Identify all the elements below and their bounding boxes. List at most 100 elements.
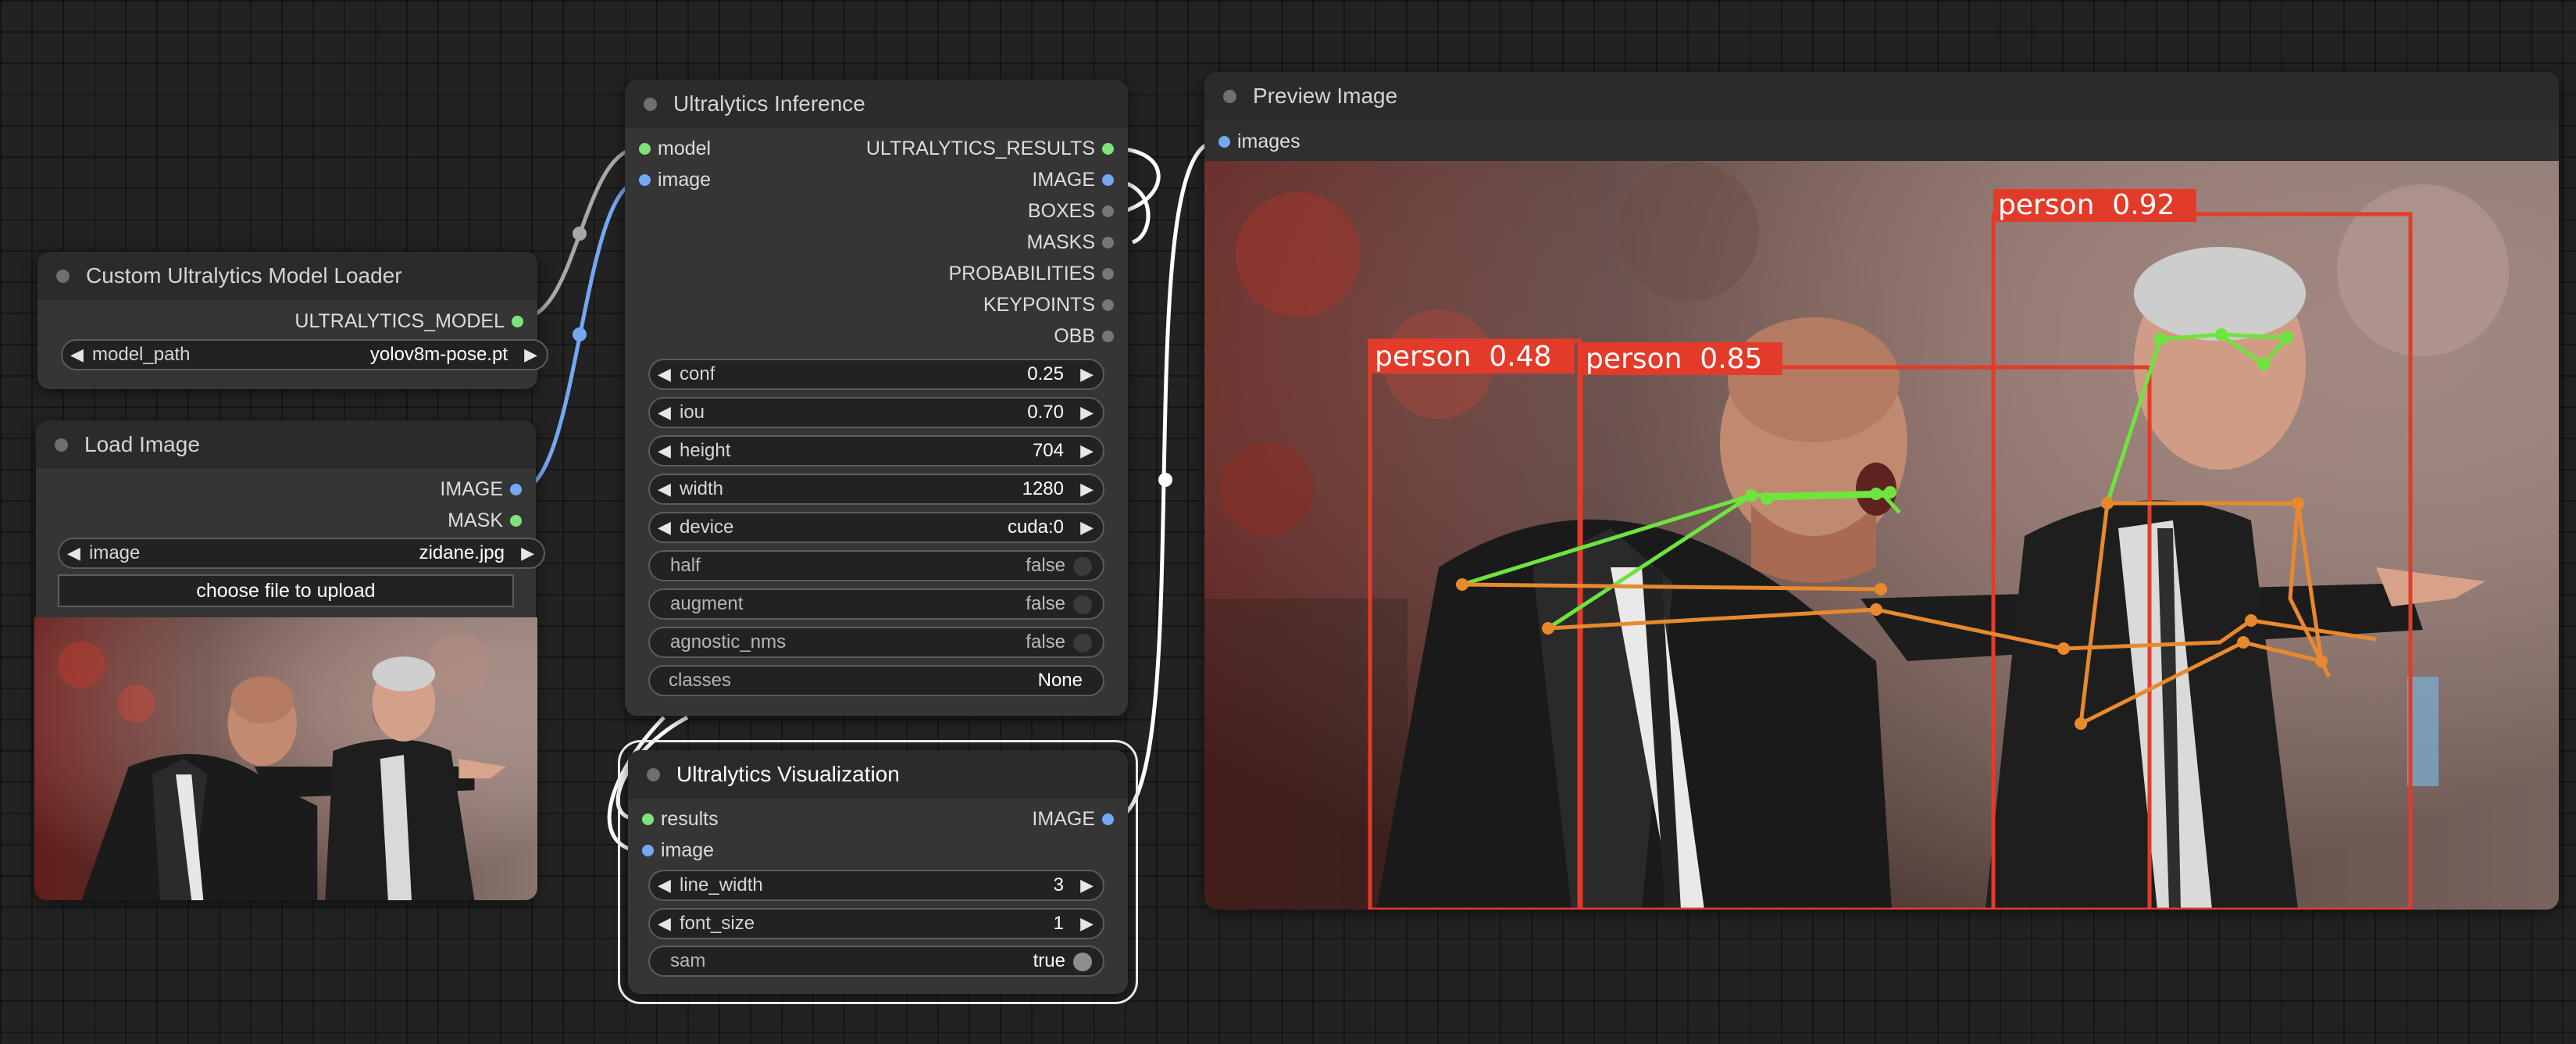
status-dot-icon xyxy=(56,270,70,283)
output-keypoints[interactable]: KEYPOINTS xyxy=(983,293,1114,316)
input-slot[interactable] xyxy=(642,845,654,856)
input-slot[interactable] xyxy=(642,813,654,825)
arrow-left-icon[interactable]: ◀ xyxy=(658,399,671,427)
widget-value: 1 xyxy=(1053,913,1064,934)
widget-value: false xyxy=(1026,631,1065,652)
arrow-left-icon[interactable]: ◀ xyxy=(658,475,671,503)
arrow-right-icon[interactable]: ▶ xyxy=(1080,513,1094,542)
arrow-left-icon[interactable]: ◀ xyxy=(658,871,671,899)
height-slider[interactable]: ◀ height 704 ▶ xyxy=(648,435,1104,467)
model-loader-title-bar[interactable]: Custom Ultralytics Model Loader xyxy=(37,252,537,300)
widget-value: 0.70 xyxy=(1027,402,1064,423)
preview-image-node[interactable]: Preview Image images person 0.48 person … xyxy=(1204,72,2559,910)
load-image-title-bar[interactable]: Load Image xyxy=(36,420,536,469)
output-slot[interactable] xyxy=(1102,813,1114,825)
output-slot[interactable] xyxy=(1102,206,1114,217)
output-image[interactable]: IMAGE xyxy=(1032,807,1114,831)
widget-value: 3 xyxy=(1053,874,1064,896)
arrow-right-icon[interactable]: ▶ xyxy=(1080,399,1094,427)
output-slot[interactable] xyxy=(1102,268,1114,280)
output-slot[interactable] xyxy=(512,316,523,327)
iou-slider[interactable]: ◀ iou 0.70 ▶ xyxy=(648,397,1104,428)
output-label: MASK xyxy=(448,509,503,531)
arrow-right-icon[interactable]: ▶ xyxy=(1080,871,1094,899)
model-loader-node[interactable]: Custom Ultralytics Model Loader ULTRALYT… xyxy=(37,252,548,389)
output-image[interactable]: IMAGE xyxy=(440,477,522,501)
width-slider[interactable]: ◀ width 1280 ▶ xyxy=(648,474,1104,505)
load-image-node[interactable]: Load Image IMAGE MASK ◀ image zidane.jpg… xyxy=(34,420,545,900)
sam-toggle[interactable]: sam true xyxy=(648,946,1104,977)
arrow-left-icon[interactable]: ◀ xyxy=(658,513,671,542)
output-slot[interactable] xyxy=(1102,331,1114,342)
widget-value: zidane.jpg xyxy=(419,542,505,563)
output-label: OBB xyxy=(1054,325,1095,347)
visualization-node[interactable]: Ultralytics Visualization results image … xyxy=(618,740,1138,1004)
arrow-right-icon[interactable]: ▶ xyxy=(521,539,534,567)
output-ultralytics-results[interactable]: ULTRALYTICS_RESULTS xyxy=(866,137,1114,160)
arrow-right-icon[interactable]: ▶ xyxy=(1080,910,1094,938)
font-size-slider[interactable]: ◀ font_size 1 ▶ xyxy=(648,908,1104,939)
input-model[interactable]: model xyxy=(639,137,711,160)
arrow-right-icon[interactable]: ▶ xyxy=(1080,437,1094,465)
toggle-knob-icon[interactable] xyxy=(1073,595,1092,614)
preview-title-bar[interactable]: Preview Image xyxy=(1204,72,2559,120)
output-slot[interactable] xyxy=(510,484,522,495)
input-label: results xyxy=(661,808,719,830)
arrow-left-icon[interactable]: ◀ xyxy=(658,360,671,388)
widget-label: model_path xyxy=(92,344,191,365)
status-dot-icon xyxy=(1223,90,1236,103)
status-dot-icon xyxy=(55,438,68,452)
output-probabilities[interactable]: PROBABILITIES xyxy=(948,262,1114,285)
arrow-left-icon[interactable]: ◀ xyxy=(67,539,80,567)
output-slot[interactable] xyxy=(1102,237,1114,248)
arrow-left-icon[interactable]: ◀ xyxy=(70,341,84,369)
augment-toggle[interactable]: augment false xyxy=(648,588,1104,620)
output-slot[interactable] xyxy=(1102,143,1114,155)
widget-value: 1280 xyxy=(1022,478,1064,499)
input-results[interactable]: results xyxy=(642,807,719,831)
arrow-left-icon[interactable]: ◀ xyxy=(658,437,671,465)
output-slot[interactable] xyxy=(1102,299,1114,311)
agnostic-nms-toggle[interactable]: agnostic_nms false xyxy=(648,627,1104,658)
output-slot[interactable] xyxy=(510,515,522,527)
arrow-right-icon[interactable]: ▶ xyxy=(1080,475,1094,503)
widget-label: sam xyxy=(670,950,706,971)
choose-file-button[interactable]: choose file to upload xyxy=(58,574,514,607)
input-image[interactable]: image xyxy=(642,838,714,862)
visualization-title-bar[interactable]: Ultralytics Visualization xyxy=(628,750,1128,799)
arrow-right-icon[interactable]: ▶ xyxy=(1080,360,1094,388)
widget-label: image xyxy=(89,542,141,563)
output-image[interactable]: IMAGE xyxy=(1032,168,1114,191)
output-slot[interactable] xyxy=(1102,174,1114,186)
input-images[interactable]: images xyxy=(1218,130,1300,153)
model-path-combo[interactable]: ◀ model_path yolov8m-pose.pt ▶ xyxy=(61,339,548,370)
output-masks[interactable]: MASKS xyxy=(1026,231,1114,254)
output-boxes[interactable]: BOXES xyxy=(1028,199,1114,223)
arrow-right-icon[interactable]: ▶ xyxy=(524,341,537,369)
input-image[interactable]: image xyxy=(639,168,711,191)
widget-value: None xyxy=(1037,670,1083,691)
toggle-knob-icon[interactable] xyxy=(1073,634,1092,652)
status-dot-icon xyxy=(647,768,660,781)
arrow-left-icon[interactable]: ◀ xyxy=(658,910,671,938)
inference-title-bar[interactable]: Ultralytics Inference xyxy=(625,80,1128,128)
input-slot[interactable] xyxy=(1218,136,1230,148)
output-obb[interactable]: OBB xyxy=(1054,324,1114,348)
widget-label: height xyxy=(680,440,731,461)
half-toggle[interactable]: half false xyxy=(648,550,1104,581)
toggle-knob-icon[interactable] xyxy=(1073,953,1092,971)
input-slot[interactable] xyxy=(639,143,651,155)
image-combo[interactable]: ◀ image zidane.jpg ▶ xyxy=(58,538,545,569)
toggle-knob-icon[interactable] xyxy=(1073,557,1092,576)
device-combo[interactable]: ◀ device cuda:0 ▶ xyxy=(648,512,1104,543)
classes-field[interactable]: classes None xyxy=(648,665,1104,696)
output-ultralytics-model[interactable]: ULTRALYTICS_MODEL xyxy=(294,309,523,333)
line-width-slider[interactable]: ◀ line_width 3 ▶ xyxy=(648,870,1104,901)
inference-node[interactable]: Ultralytics Inference model image ULTRAL… xyxy=(625,80,1128,716)
input-label: model xyxy=(658,138,712,159)
output-label: MASKS xyxy=(1026,231,1095,253)
input-slot[interactable] xyxy=(639,174,651,186)
conf-slider[interactable]: ◀ conf 0.25 ▶ xyxy=(648,359,1104,390)
output-mask[interactable]: MASK xyxy=(448,509,522,532)
widget-value: true xyxy=(1033,950,1065,971)
